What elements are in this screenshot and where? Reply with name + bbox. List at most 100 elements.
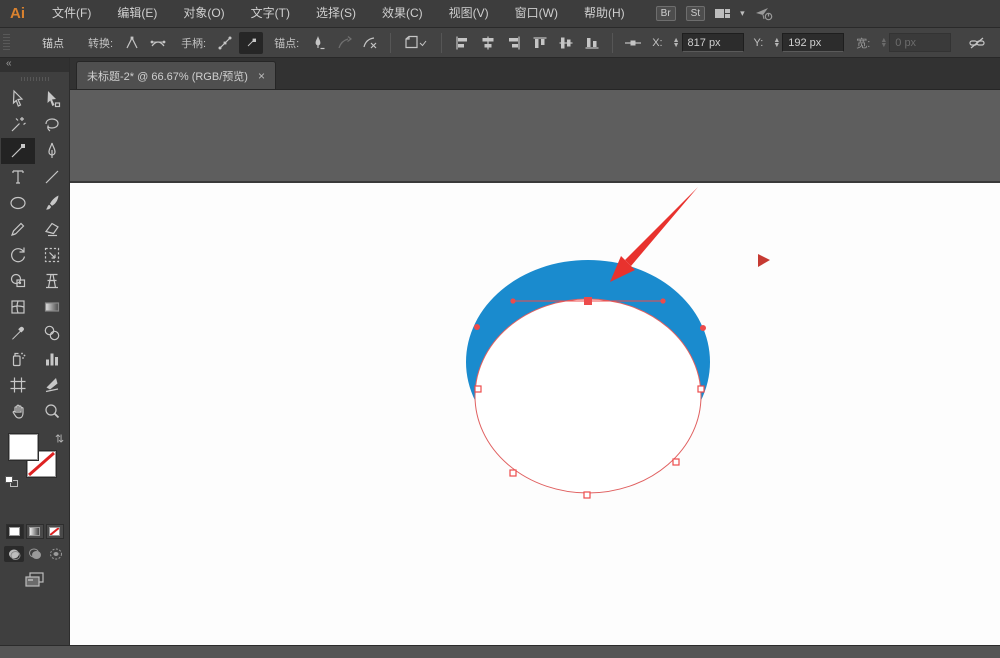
mesh-tool[interactable] [1,294,35,320]
separator [390,32,392,53]
collapse-panel-button[interactable]: « [0,58,69,72]
rotate-tool[interactable] [1,242,35,268]
perspective-grid-tool[interactable] [35,268,69,294]
align-right-icon[interactable] [502,32,526,54]
status-bar [0,645,1000,658]
artboard-tool[interactable] [1,372,35,398]
color-fill-button[interactable] [5,524,24,539]
handles-label: 手柄: [181,37,207,50]
direct-selection-tool[interactable] [35,86,69,112]
handles-show-icon[interactable] [213,32,237,54]
eraser-tool[interactable] [35,216,69,242]
anchors-label: 锚点: [274,37,300,50]
draw-normal-icon[interactable] [3,546,24,562]
none-fill-button[interactable] [45,524,64,539]
red-triangle-marker [758,254,770,267]
artwork-layer [466,187,770,499]
canvas[interactable] [70,90,1000,645]
pen-tool[interactable] [35,138,69,164]
selection-tool[interactable] [1,86,35,112]
handles-hide-icon[interactable] [239,31,264,54]
control-bar-grip[interactable] [3,33,10,52]
symbol-sprayer-tool[interactable] [1,346,35,372]
app-logo: Ai [10,5,25,22]
fill-color-swatch[interactable] [8,433,39,461]
anchor-point-tool[interactable] [0,138,35,164]
link-dimensions-icon[interactable] [965,32,989,54]
paintbrush-tool[interactable] [35,190,69,216]
menu-item-7[interactable]: 窗口(W) [502,0,571,27]
bridge-button[interactable]: Br [655,6,676,21]
remove-anchor-icon[interactable] [306,32,330,54]
menu-item-3[interactable]: 文字(T) [238,0,303,27]
line-segment-tool[interactable] [35,164,69,190]
menu-item-0[interactable]: 文件(F) [39,0,104,27]
hand-tool[interactable] [1,398,35,424]
zoom-tool[interactable] [35,398,69,424]
chevron-down-icon[interactable]: ▾ [740,8,745,19]
document-tab-title: 未标题-2* @ 66.67% (RGB/预览) [87,70,248,83]
menu-items: 文件(F) 编辑(E) 对象(O) 文字(T) 选择(S) 效果(C) 视图(V) 窗口(W)… [39,0,638,27]
workspace-switcher-icon[interactable] [715,9,731,18]
isolate-object-icon[interactable] [399,32,433,54]
gradient-fill-button[interactable] [25,524,44,539]
blend-tool[interactable] [35,320,69,346]
tools-panel: « ⇄ [0,58,70,645]
convert-smooth-icon[interactable] [146,32,170,54]
y-stepper[interactable]: ▲ ▼ [773,37,780,49]
default-fill-stroke-icon[interactable] [5,476,19,488]
menu-item-8[interactable]: 帮助(H) [571,0,638,27]
type-tool[interactable] [1,164,35,190]
swap-fill-stroke-icon[interactable]: ⇄ [53,434,66,443]
main-area: « ⇄ 未标题-2* @ 66.67% (RGB/预览) × [0,58,1000,645]
selected-anchor-point[interactable] [584,297,592,305]
connect-path-icon[interactable] [332,32,356,54]
align-center-h-icon[interactable] [476,32,500,54]
menu-item-2[interactable]: 对象(O) [170,0,237,27]
width-input [889,33,952,52]
transform-reference-icon[interactable] [621,32,645,54]
selected-path[interactable] [474,298,702,494]
convert-corner-icon[interactable] [120,32,144,54]
menu-item-1[interactable]: 编辑(E) [104,0,170,27]
align-bottom-icon[interactable] [580,32,604,54]
magic-wand-tool[interactable] [1,112,35,138]
y-input[interactable] [782,33,845,52]
paint-mode-row [0,524,69,539]
close-icon[interactable]: × [258,69,265,83]
panel-grip[interactable] [0,72,69,86]
align-top-icon[interactable] [528,32,552,54]
ellipse-tool[interactable] [1,190,35,216]
tools-grid [0,86,69,424]
menu-item-4[interactable]: 选择(S) [303,0,369,27]
screen-mode-button[interactable] [0,571,69,588]
eyedropper-tool[interactable] [1,320,35,346]
share-icon[interactable] [755,7,773,21]
align-middle-v-icon[interactable] [554,32,578,54]
cut-path-icon[interactable] [358,32,382,54]
gradient-tool[interactable] [35,294,69,320]
slice-tool[interactable] [35,372,69,398]
x-stepper[interactable]: ▲ ▼ [673,37,680,49]
align-left-icon[interactable] [450,32,474,54]
color-controls: ⇄ [0,432,69,524]
stock-button[interactable]: St [685,6,706,21]
menu-item-6[interactable]: 视图(V) [436,0,502,27]
free-transform-tool[interactable] [35,242,69,268]
handle-dot[interactable] [700,325,706,331]
menu-bar: Ai 文件(F) 编辑(E) 对象(O) 文字(T) 选择(S) 效果(C) 视图(V) 窗口… [0,0,1000,28]
menu-item-5[interactable]: 效果(C) [369,0,436,27]
control-bar: 锚点 转换: 手柄: 锚点: X: ▲ ▼ 817 px Y: ▲ ▼ 192 … [0,28,1000,58]
column-graph-tool[interactable] [35,346,69,372]
shape-builder-tool[interactable] [1,268,35,294]
draw-modes-row [0,546,69,562]
pencil-tool[interactable] [1,216,35,242]
draw-inside-icon[interactable] [46,546,66,562]
document-tab[interactable]: 未标题-2* @ 66.67% (RGB/预览) × [76,61,276,89]
menu-bar-right: Br St ▾ [655,6,773,21]
handle-dot[interactable] [474,324,480,330]
lasso-tool[interactable] [35,112,69,138]
x-input[interactable] [681,33,744,52]
annotation-arrow [610,187,698,282]
draw-behind-icon[interactable] [25,546,45,562]
